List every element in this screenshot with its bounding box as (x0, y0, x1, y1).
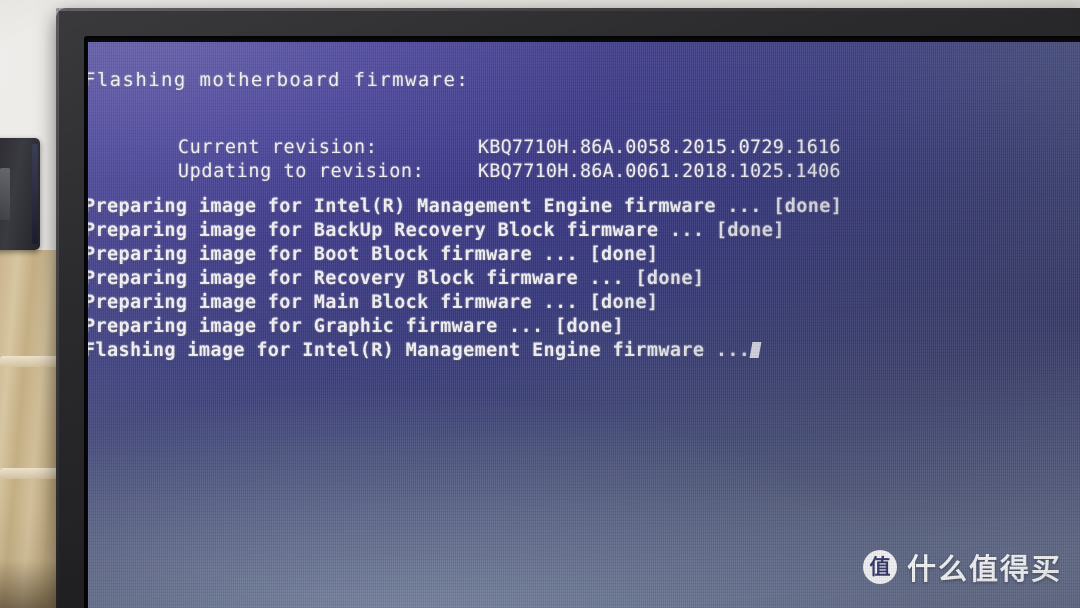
side-device-label (0, 168, 10, 220)
log-line: Preparing image for Graphic firmware ...… (88, 316, 624, 337)
log-line: Preparing image for Intel(R) Management … (88, 196, 843, 217)
bezel-left-highlight (56, 8, 59, 608)
watermark: 值 什么值得买 (862, 546, 1062, 588)
photo-of-monitor: Flashing motherboard firmware: Current r… (0, 0, 1080, 608)
flash-title: Flashing motherboard firmware: (88, 69, 470, 91)
updating-revision-value: KBQ7710H.86A.0061.2018.1025.1406 (477, 161, 841, 182)
log-line-active-text: Flashing image for Intel(R) Management E… (88, 340, 751, 361)
bios-console: Flashing motherboard firmware: Current r… (88, 42, 1080, 608)
side-device (0, 138, 40, 250)
bezel-top-highlight (56, 8, 1080, 11)
log-line: Preparing image for Recovery Block firmw… (88, 268, 705, 289)
log-line-active: Flashing image for Intel(R) Management E… (88, 340, 762, 361)
log-line: Preparing image for Boot Block firmware … (88, 244, 659, 265)
updating-revision-label: Updating to revision: (177, 161, 425, 182)
lcd-screen: Flashing motherboard firmware: Current r… (88, 42, 1080, 608)
log-line: Preparing image for Main Block firmware … (88, 292, 659, 313)
progress-cursor (749, 342, 762, 358)
watermark-logo-icon: 值 (862, 550, 897, 584)
watermark-text: 什么值得买 (906, 552, 1062, 586)
updating-revision-row: Updating to revision: KBQ7710H.86A.0061.2… (88, 143, 841, 200)
side-device-strip (32, 144, 38, 244)
log-line: Preparing image for BackUp Recovery Bloc… (88, 220, 785, 241)
